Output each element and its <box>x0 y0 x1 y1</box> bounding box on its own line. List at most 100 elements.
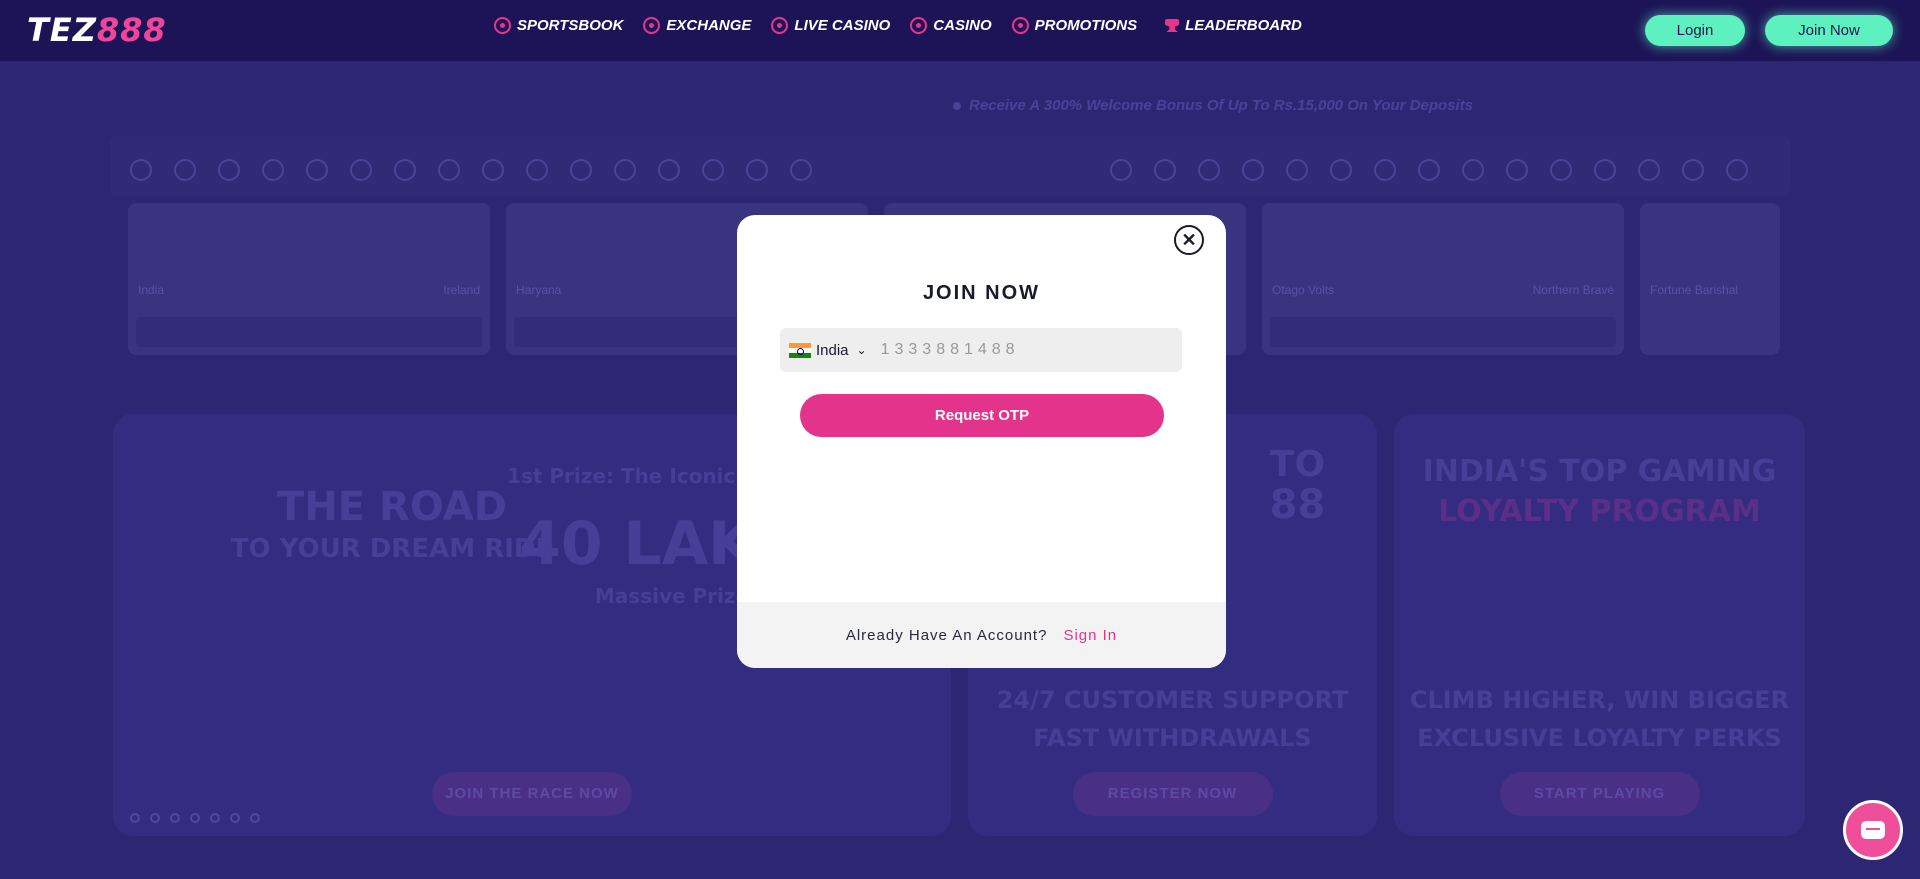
sport-icon[interactable] <box>1726 159 1748 181</box>
sport-icon[interactable] <box>702 159 724 181</box>
sport-icon[interactable] <box>1330 159 1352 181</box>
main-nav: SPORTSBOOK EXCHANGE LIVE CASINO CASINO P… <box>494 17 1302 34</box>
nav-item-promotions[interactable]: PROMOTIONS <box>1011 17 1137 34</box>
nav-item-live-casino[interactable]: LIVE CASINO <box>771 17 890 34</box>
chat-support-button[interactable] <box>1843 800 1903 860</box>
banner-line: FAST WITHDRAWALS <box>1033 724 1312 752</box>
india-flag-icon <box>789 342 811 358</box>
sport-icon[interactable] <box>1374 159 1396 181</box>
join-the-race-button[interactable]: JOIN THE RACE NOW <box>432 772 632 816</box>
chat-icon <box>1861 821 1885 839</box>
sport-icon[interactable] <box>218 159 240 181</box>
sport-icon[interactable] <box>1286 159 1308 181</box>
join-now-modal: ✕ JOIN NOW India ⌄ Request OTP Already H… <box>737 215 1226 668</box>
banner-subhead: LOYALTY PROGRAM <box>1438 494 1761 529</box>
logo-text-main: TEZ <box>27 11 97 49</box>
join-now-button[interactable]: Join Now <box>1765 15 1893 46</box>
start-playing-button[interactable]: START PLAYING <box>1499 772 1700 816</box>
odds-row[interactable] <box>136 317 482 347</box>
sport-icon[interactable] <box>394 159 416 181</box>
account-question: Already Have An Account? <box>845 626 1048 644</box>
sport-icon[interactable] <box>1638 159 1660 181</box>
sport-icon[interactable] <box>438 159 460 181</box>
sport-icon[interactable] <box>1506 159 1528 181</box>
country-select[interactable]: India <box>816 342 849 359</box>
away-team: Ireland <box>443 283 480 297</box>
sports-icon-bar <box>110 136 1790 196</box>
banner-line: EXCLUSIVE LOYALTY PERKS <box>1417 724 1782 752</box>
sport-icon[interactable] <box>174 159 196 181</box>
match-card[interactable]: India Ireland <box>128 203 490 355</box>
modal-footer: Already Have An Account? Sign In <box>737 602 1226 668</box>
sport-icon[interactable] <box>1154 159 1176 181</box>
home-team: Fortune Barishal <box>1650 283 1739 297</box>
chevron-down-icon[interactable]: ⌄ <box>857 343 867 357</box>
carousel-dots <box>130 813 260 823</box>
nav-item-exchange[interactable]: EXCHANGE <box>643 17 751 34</box>
home-team: Otago Volts <box>1272 283 1335 297</box>
phone-number-input[interactable] <box>880 341 1141 359</box>
carousel-dot[interactable] <box>250 813 260 823</box>
phone-field: India ⌄ <box>780 328 1182 372</box>
top-header: TEZ888 SPORTSBOOK EXCHANGE LIVE CASINO C… <box>0 0 1920 61</box>
carousel-dot[interactable] <box>150 813 160 823</box>
sport-icon[interactable] <box>482 159 504 181</box>
promotions-icon <box>1011 17 1029 34</box>
sport-icon[interactable] <box>1550 159 1572 181</box>
trophy-icon <box>1165 19 1180 32</box>
carousel-dot[interactable] <box>190 813 200 823</box>
sport-icon[interactable] <box>658 159 680 181</box>
sport-icon[interactable] <box>306 159 328 181</box>
sport-icon[interactable] <box>1418 159 1440 181</box>
odds-row[interactable] <box>1270 317 1616 347</box>
casino-icon <box>910 17 928 34</box>
sign-in-link[interactable]: Sign In <box>1063 627 1117 644</box>
nav-label: SPORTSBOOK <box>517 17 624 34</box>
sport-icon[interactable] <box>570 159 592 181</box>
sport-icon[interactable] <box>1242 159 1264 181</box>
logo-text-number: 888 <box>96 11 167 49</box>
nav-label: CASINO <box>933 17 992 34</box>
sport-icon[interactable] <box>1110 159 1132 181</box>
register-now-button[interactable]: REGISTER NOW <box>1072 772 1273 816</box>
nav-label: EXCHANGE <box>666 17 752 34</box>
sport-icon[interactable] <box>262 159 284 181</box>
close-icon[interactable]: ✕ <box>1174 225 1204 255</box>
match-card[interactable]: Otago Volts Northern Brave <box>1262 203 1624 355</box>
sport-icon[interactable] <box>350 159 372 181</box>
sport-icon[interactable] <box>1462 159 1484 181</box>
nav-item-sportsbook[interactable]: SPORTSBOOK <box>494 17 623 34</box>
nav-label: LIVE CASINO <box>794 17 891 34</box>
home-team: Haryana <box>516 283 562 297</box>
sport-icon[interactable] <box>1682 159 1704 181</box>
sport-icon[interactable] <box>130 159 152 181</box>
carousel-dot[interactable] <box>130 813 140 823</box>
sport-icon[interactable] <box>1198 159 1220 181</box>
banner-line: 24/7 CUSTOMER SUPPORT <box>996 686 1349 714</box>
sport-icon[interactable] <box>746 159 768 181</box>
home-team: India <box>138 283 165 297</box>
login-button[interactable]: Login <box>1645 15 1745 46</box>
sport-icon[interactable] <box>790 159 812 181</box>
exchange-icon <box>643 17 661 34</box>
promo-banner-loyalty[interactable]: INDIA'S TOP GAMING LOYALTY PROGRAM CLIMB… <box>1394 414 1805 836</box>
live-casino-icon <box>771 17 789 34</box>
sport-icon[interactable] <box>526 159 548 181</box>
banner-headline: TO <box>1269 444 1326 485</box>
away-team: Northern Brave <box>1532 283 1614 297</box>
nav-label: LEADERBOARD <box>1185 17 1302 34</box>
nav-item-leaderboard[interactable]: LEADERBOARD <box>1165 17 1302 34</box>
match-card[interactable]: Fortune Barishal <box>1640 203 1780 355</box>
carousel-dot[interactable] <box>230 813 240 823</box>
banner-headline: INDIA'S TOP GAMING <box>1422 454 1777 489</box>
banner-line: CLIMB HIGHER, WIN BIGGER <box>1409 686 1790 714</box>
carousel-dot[interactable] <box>210 813 220 823</box>
nav-item-casino[interactable]: CASINO <box>910 17 992 34</box>
banner-subhead: 88 <box>1269 482 1326 528</box>
carousel-dot[interactable] <box>170 813 180 823</box>
modal-title: JOIN NOW <box>922 282 1041 304</box>
tez888-logo[interactable]: TEZ888 <box>27 11 167 49</box>
sport-icon[interactable] <box>614 159 636 181</box>
sport-icon[interactable] <box>1594 159 1616 181</box>
request-otp-button[interactable]: Request OTP <box>800 394 1164 437</box>
